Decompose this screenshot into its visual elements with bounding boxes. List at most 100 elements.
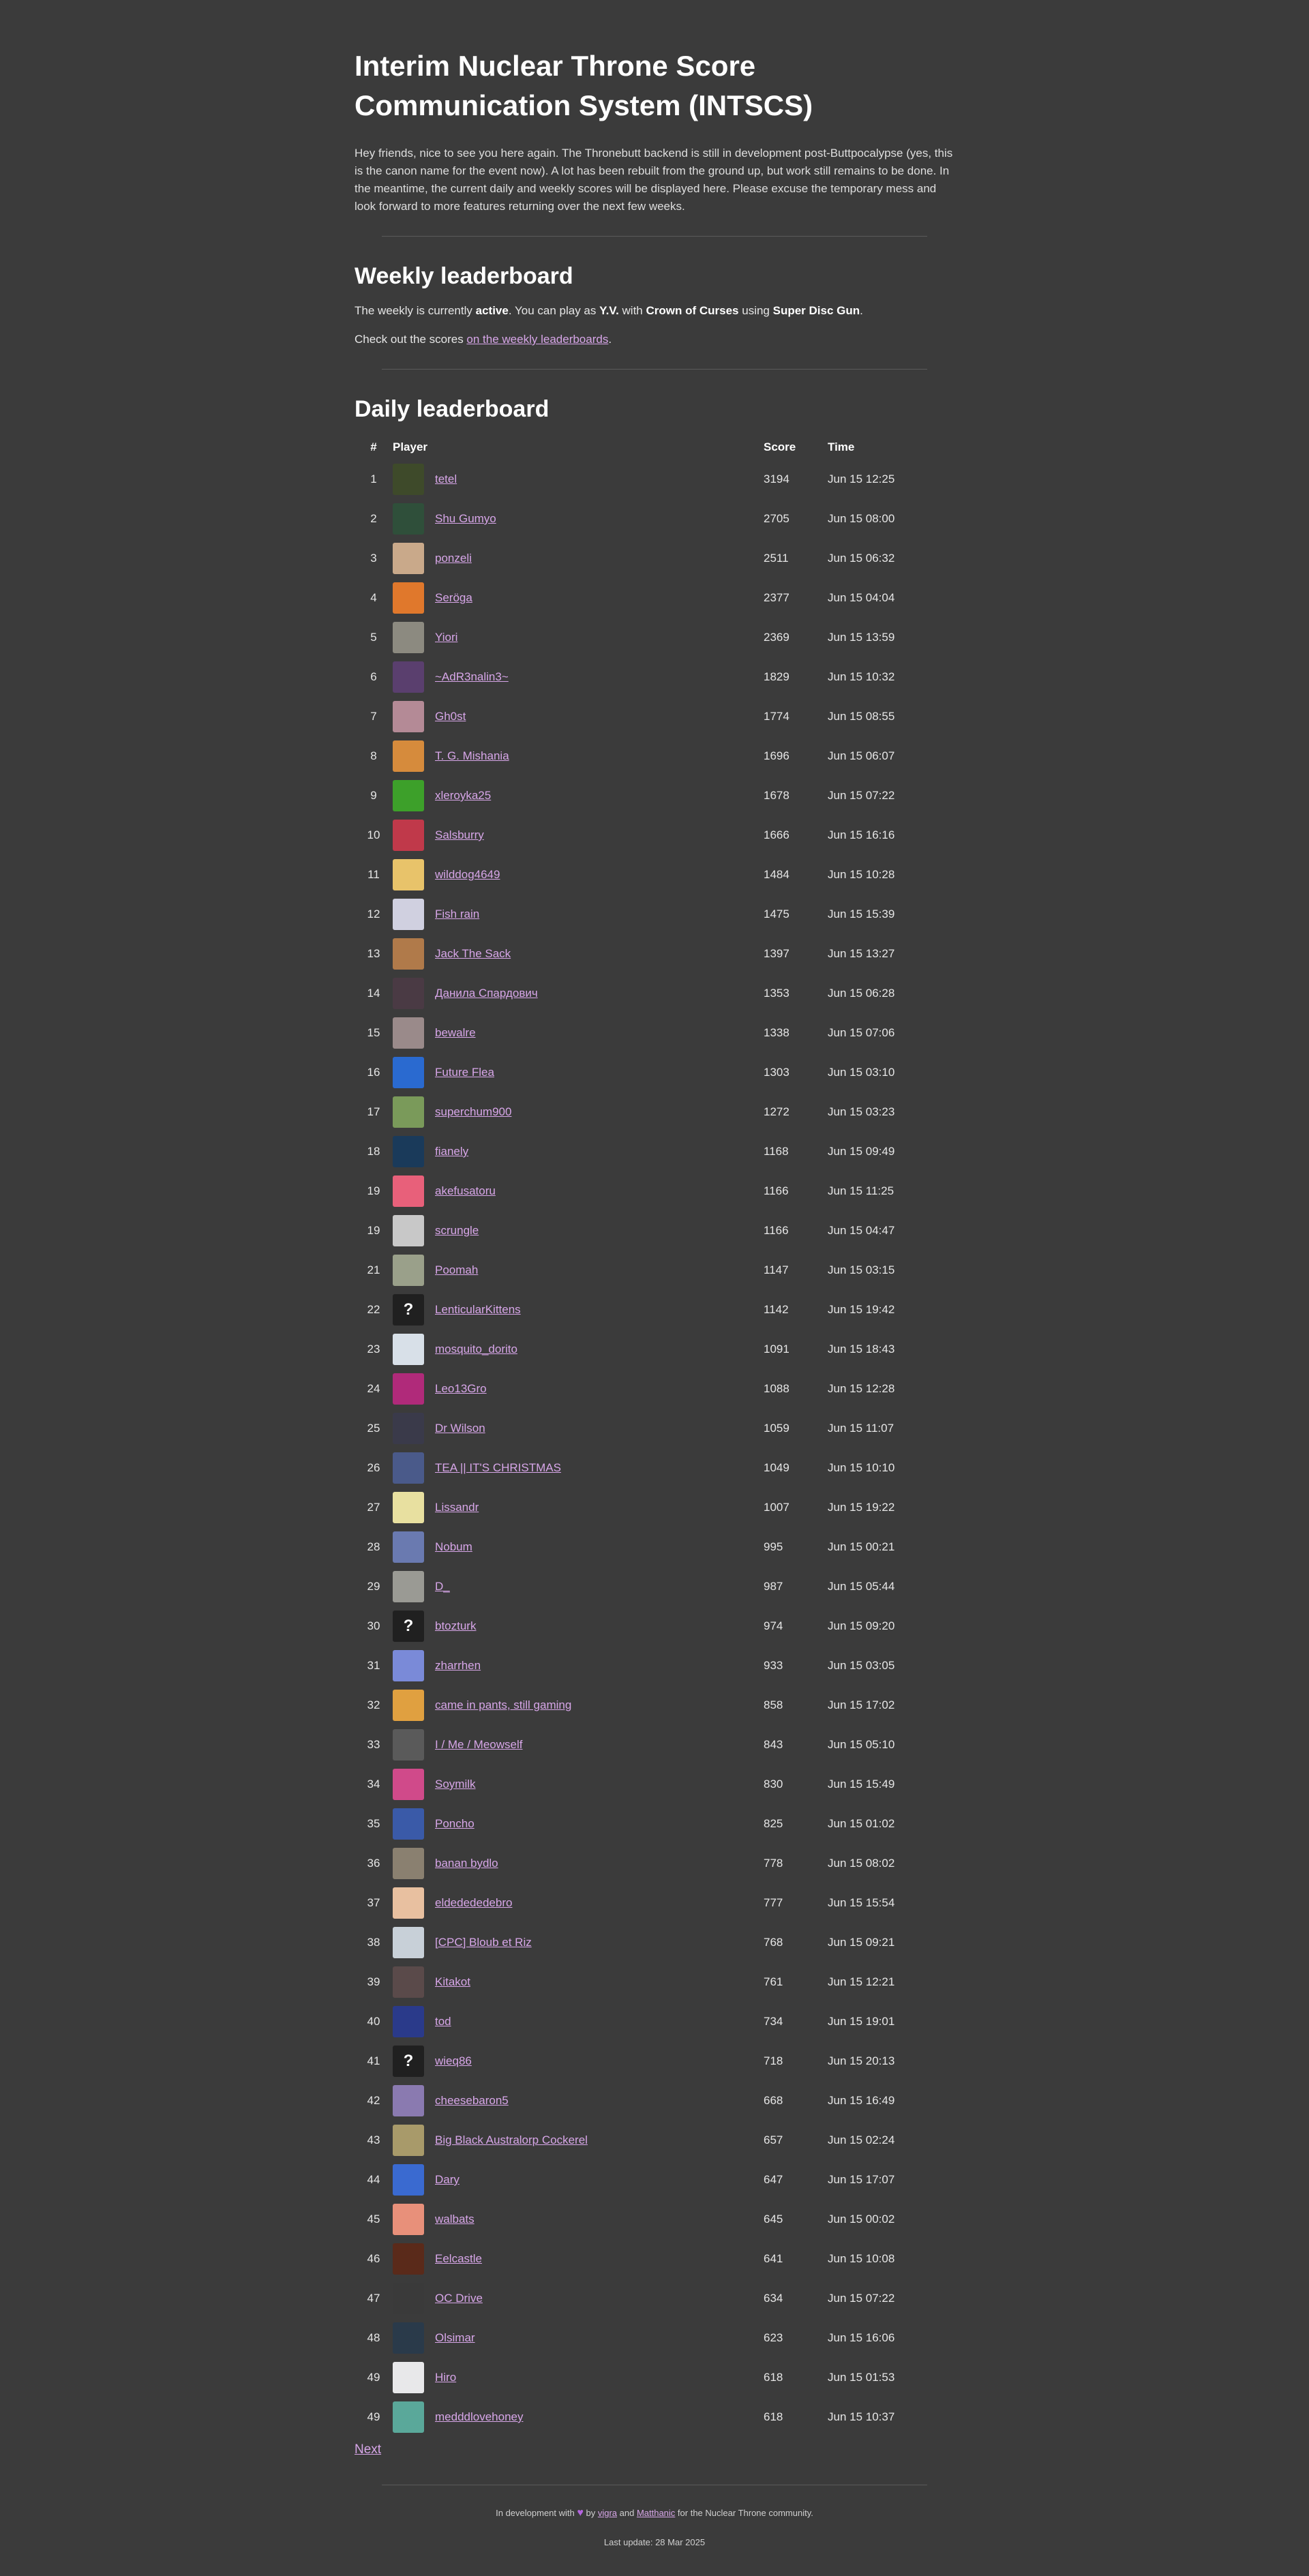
- avatar: [393, 464, 424, 495]
- player-link[interactable]: banan bydlo: [435, 1857, 498, 1870]
- player-link[interactable]: eldedededebro: [435, 1896, 512, 1910]
- avatar: [393, 2283, 424, 2314]
- score-cell: 974: [764, 1619, 783, 1632]
- player-link[interactable]: I / Me / Meowself: [435, 1738, 522, 1752]
- player-link[interactable]: Nobum: [435, 1540, 472, 1554]
- player-link[interactable]: superchum900: [435, 1105, 511, 1119]
- score-cell: 3194: [764, 473, 789, 485]
- time-cell: Jun 15 07:22: [828, 789, 895, 802]
- player-link[interactable]: D_: [435, 1580, 450, 1593]
- time-cell: Jun 15 08:55: [828, 710, 895, 723]
- player-link[interactable]: walbats: [435, 2213, 475, 2226]
- player-link[interactable]: Big Black Australorp Cockerel: [435, 2133, 588, 2147]
- score-cell: 2377: [764, 591, 789, 604]
- player-link[interactable]: scrungle: [435, 1224, 479, 1238]
- avatar: [393, 543, 424, 574]
- table-row: 12 Fish rain 1475 Jun 15 15:39: [355, 895, 954, 934]
- table-row: 49 medddlovehoney 618 Jun 15 10:37: [355, 2397, 954, 2437]
- player-link[interactable]: xleroyka25: [435, 789, 491, 803]
- table-row: 29 D_ 987 Jun 15 05:44: [355, 1567, 954, 1606]
- player-link[interactable]: Данила Спардович: [435, 987, 538, 1000]
- player-link[interactable]: Hiro: [435, 2371, 456, 2384]
- player-link[interactable]: Poncho: [435, 1817, 475, 1831]
- time-cell: Jun 15 13:27: [828, 947, 895, 960]
- player-link[interactable]: Soymilk: [435, 1778, 476, 1791]
- player-link[interactable]: medddlovehoney: [435, 2410, 523, 2424]
- player-link[interactable]: Lissandr: [435, 1501, 479, 1514]
- rank-cell: 11: [367, 868, 380, 881]
- player-link[interactable]: Salsburry: [435, 828, 484, 842]
- time-cell: Jun 15 09:21: [828, 1936, 895, 1949]
- player-link[interactable]: fianely: [435, 1145, 468, 1158]
- player-link[interactable]: cheesebaron5: [435, 2094, 509, 2108]
- table-row: 13 Jack The Sack 1397 Jun 15 13:27: [355, 934, 954, 974]
- weekly-leaderboards-link[interactable]: on the weekly leaderboards: [466, 333, 608, 346]
- player-link[interactable]: wilddog4649: [435, 868, 500, 882]
- rank-cell: 10: [367, 828, 380, 841]
- avatar: [393, 503, 424, 535]
- player-link[interactable]: ponzeli: [435, 552, 472, 565]
- table-row: 44 Dary 647 Jun 15 17:07: [355, 2160, 954, 2200]
- player-link[interactable]: Eelcastle: [435, 2252, 482, 2266]
- avatar: [393, 661, 424, 693]
- player-link[interactable]: Future Flea: [435, 1066, 494, 1079]
- avatar: [393, 1334, 424, 1365]
- footer-credits: In development with ♥ by vigra and Matth…: [355, 2507, 954, 2519]
- player-link[interactable]: Fish rain: [435, 908, 479, 921]
- check-prefix: Check out the scores: [355, 333, 467, 346]
- player-link[interactable]: Poomah: [435, 1263, 478, 1277]
- player-link[interactable]: Leo13Gro: [435, 1382, 487, 1396]
- rank-cell: 5: [370, 631, 377, 644]
- player-link[interactable]: akefusatoru: [435, 1184, 496, 1198]
- player-cell: Nobum: [393, 1527, 764, 1567]
- player-link[interactable]: Olsimar: [435, 2331, 475, 2345]
- player-link[interactable]: Jack The Sack: [435, 947, 511, 961]
- player-link[interactable]: Dr Wilson: [435, 1422, 485, 1435]
- avatar: [393, 582, 424, 614]
- author-link-vigra[interactable]: vigra: [598, 2508, 617, 2518]
- rank-cell: 36: [367, 1857, 380, 1870]
- player-link[interactable]: OC Drive: [435, 2292, 483, 2305]
- player-link[interactable]: Shu Gumyo: [435, 512, 496, 526]
- player-link[interactable]: bewalre: [435, 1026, 476, 1040]
- time-cell: Jun 15 12:25: [828, 473, 895, 485]
- footer-suffix: for the Nuclear Throne community.: [675, 2508, 813, 2518]
- author-link-matthanic[interactable]: Matthanic: [637, 2508, 675, 2518]
- weekly-description: The weekly is currently active. You can …: [355, 302, 954, 320]
- table-row: 40 tod 734 Jun 15 19:01: [355, 2002, 954, 2041]
- player-link[interactable]: Kitakot: [435, 1975, 470, 1989]
- player-link[interactable]: tod: [435, 2015, 451, 2028]
- player-cell: Fish rain: [393, 895, 764, 934]
- player-link[interactable]: ~AdR3nalin3~: [435, 670, 509, 684]
- player-link[interactable]: Seröga: [435, 591, 472, 605]
- score-cell: 768: [764, 1936, 783, 1949]
- player-link[interactable]: zharrhen: [435, 1659, 481, 1673]
- player-link[interactable]: Dary: [435, 2173, 460, 2187]
- weekly-status: active: [475, 304, 509, 317]
- player-link[interactable]: btozturk: [435, 1619, 476, 1633]
- player-link[interactable]: tetel: [435, 473, 457, 486]
- time-cell: Jun 15 11:07: [828, 1422, 894, 1435]
- rank-cell: 25: [367, 1422, 380, 1435]
- time-cell: Jun 15 12:28: [828, 1382, 895, 1395]
- score-cell: 1774: [764, 710, 789, 723]
- player-link[interactable]: mosquito_dorito: [435, 1343, 517, 1356]
- score-cell: 1338: [764, 1026, 789, 1039]
- next-page-link[interactable]: Next: [355, 2442, 381, 2457]
- player-link[interactable]: LenticularKittens: [435, 1303, 521, 1317]
- player-link[interactable]: Gh0st: [435, 710, 466, 723]
- player-link[interactable]: Yiori: [435, 631, 457, 644]
- rank-cell: 34: [367, 1778, 380, 1791]
- player-link[interactable]: came in pants, still gaming: [435, 1698, 571, 1712]
- time-cell: Jun 15 17:02: [828, 1698, 895, 1711]
- score-cell: 858: [764, 1698, 783, 1711]
- player-cell: fianely: [393, 1132, 764, 1171]
- score-cell: 641: [764, 2252, 783, 2265]
- table-row: 15 bewalre 1338 Jun 15 07:06: [355, 1013, 954, 1053]
- weekly-character: Y.V.: [599, 304, 619, 317]
- player-link[interactable]: wieq86: [435, 2054, 472, 2068]
- time-cell: Jun 15 09:20: [828, 1619, 895, 1632]
- player-link[interactable]: TEA || IT'S CHRISTMAS: [435, 1461, 561, 1475]
- player-link[interactable]: [CPC] Bloub et Riz: [435, 1936, 532, 1949]
- player-link[interactable]: T. G. Mishania: [435, 749, 509, 763]
